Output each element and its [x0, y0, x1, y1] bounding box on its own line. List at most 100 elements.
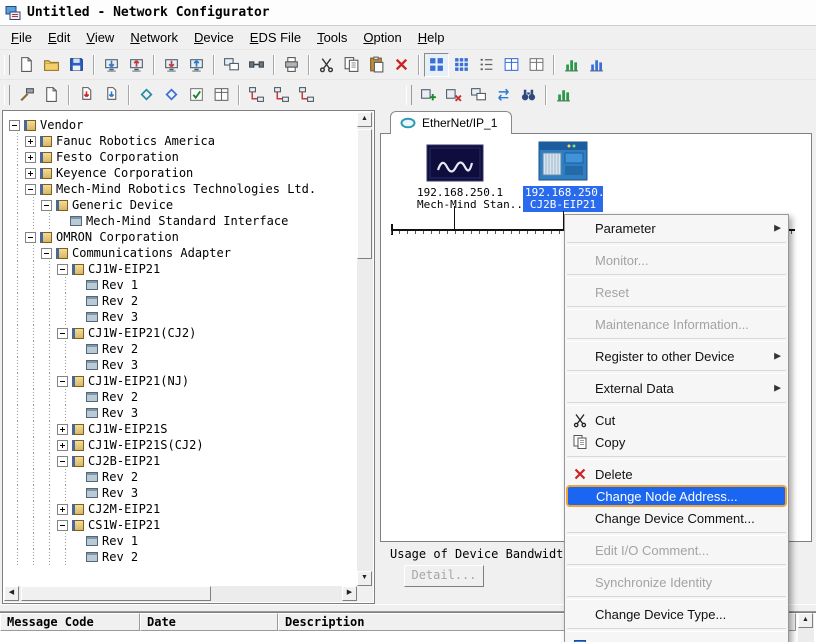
column-header-date[interactable]: Date	[140, 613, 278, 631]
tree-item[interactable]: CJ1W-EIP21S	[5, 421, 356, 437]
parameter-edit-button[interactable]	[134, 83, 159, 107]
mech-mind-device-icon[interactable]	[426, 144, 484, 182]
toolbar-gripper[interactable]	[4, 55, 10, 75]
tree-item[interactable]: Generic Device	[5, 197, 356, 213]
context-menu-item-edit-io-comment[interactable]: Edit I/O Comment...	[565, 539, 788, 561]
route-table-button[interactable]	[294, 83, 319, 107]
hardware-settings-button[interactable]	[14, 83, 39, 107]
collapse-minus-icon[interactable]	[57, 520, 68, 531]
device-usage-button[interactable]	[559, 53, 584, 77]
context-menu-item-parameter[interactable]: Parameter	[565, 217, 788, 239]
network-structure-button[interactable]	[466, 83, 491, 107]
transfer-network-button[interactable]	[491, 83, 516, 107]
tree-item[interactable]: Rev 3	[5, 485, 356, 501]
print-button[interactable]	[279, 53, 304, 77]
scroll-down-button[interactable]	[357, 571, 372, 586]
context-menu-item-copy[interactable]: Copy	[565, 431, 788, 453]
tree-item[interactable]: OMRON Corporation	[5, 229, 356, 245]
context-menu-item-change-device-comment[interactable]: Change Device Comment...	[565, 507, 788, 529]
tree-item[interactable]: Rev 2	[5, 389, 356, 405]
tree-item[interactable]: Rev 3	[5, 405, 356, 421]
scroll-left-button[interactable]	[4, 586, 19, 601]
expand-plus-icon[interactable]	[57, 440, 68, 451]
tree-item[interactable]: CS1W-EIP21	[5, 517, 356, 533]
scroll-up-button[interactable]	[357, 112, 372, 127]
find-device-button[interactable]	[516, 83, 541, 107]
tree-item[interactable]: CJ2M-EIP21	[5, 501, 356, 517]
context-menu-item-monitor[interactable]: Monitor...	[565, 249, 788, 271]
message-vertical-scrollbar[interactable]	[798, 613, 814, 642]
toolbar-gripper[interactable]	[4, 85, 10, 105]
tree-item[interactable]: Rev 2	[5, 341, 356, 357]
collapse-minus-icon[interactable]	[57, 264, 68, 275]
tree-item[interactable]: Rev 2	[5, 293, 356, 309]
context-menu-item-delete[interactable]: Delete	[565, 463, 788, 485]
menu-view[interactable]: View	[78, 28, 122, 47]
tree-item[interactable]: Rev 1	[5, 277, 356, 293]
node-commission-button[interactable]	[244, 83, 269, 107]
tree-vertical-scrollbar[interactable]	[357, 112, 373, 586]
context-menu-item-synchronize-identity[interactable]: Synchronize Identity	[565, 571, 788, 593]
menu-edit[interactable]: Edit	[40, 28, 78, 47]
context-menu-item-register-to-other-device[interactable]: Register to other Device	[565, 345, 788, 367]
bandwidth-detail-button[interactable]: Detail...	[404, 565, 484, 587]
new-button[interactable]	[14, 53, 39, 77]
small-icons-view-button[interactable]	[449, 53, 474, 77]
context-menu-item-change-node-address[interactable]: Change Node Address...	[566, 485, 787, 507]
collapse-minus-icon[interactable]	[57, 376, 68, 387]
eds-edit-button[interactable]	[39, 83, 64, 107]
scroll-up-button[interactable]	[798, 613, 813, 628]
tree-item[interactable]: Rev 2	[5, 469, 356, 485]
collapse-minus-icon[interactable]	[41, 200, 52, 211]
tree-item[interactable]: Festo Corporation	[5, 149, 356, 165]
tree-item[interactable]: CJ1W-EIP21(CJ2)	[5, 325, 356, 341]
connect-network-button[interactable]	[244, 53, 269, 77]
save-button[interactable]	[64, 53, 89, 77]
device-node-cj2b-eip21[interactable]: 192.168.250.2 CJ2B-EIP21	[523, 141, 603, 212]
tree-item[interactable]: CJ1W-EIP21S(CJ2)	[5, 437, 356, 453]
expand-plus-icon[interactable]	[25, 152, 36, 163]
open-button[interactable]	[39, 53, 64, 77]
context-menu-item-maintenance-information[interactable]: Maintenance Information...	[565, 313, 788, 335]
tree-horizontal-scrollbar[interactable]	[4, 586, 357, 602]
menu-eds-file[interactable]: EDS File	[242, 28, 309, 47]
collapse-minus-icon[interactable]	[41, 248, 52, 259]
toolbar-gripper[interactable]	[406, 85, 412, 105]
context-menu-item-property[interactable]: Property...	[565, 635, 788, 642]
menu-tools[interactable]: Tools	[309, 28, 355, 47]
detail-view-button[interactable]	[499, 53, 524, 77]
tree-item[interactable]: Mech-Mind Standard Interface	[5, 213, 356, 229]
delete-network-button[interactable]	[441, 83, 466, 107]
context-menu-item-external-data[interactable]: External Data	[565, 377, 788, 399]
tree-item[interactable]: Vendor	[5, 117, 356, 133]
scrollbar-thumb[interactable]	[21, 586, 211, 601]
hardware-tree[interactable]: Vendor Fanuc Robotics America Festo Corp…	[5, 113, 356, 585]
bandwidth-usage-button[interactable]	[551, 83, 576, 107]
collapse-minus-icon[interactable]	[57, 456, 68, 467]
create-eds-button[interactable]	[99, 83, 124, 107]
column-header-message-code[interactable]: Message Code	[0, 613, 140, 631]
tree-item[interactable]: Rev 3	[5, 309, 356, 325]
collapse-minus-icon[interactable]	[25, 184, 36, 195]
tree-item[interactable]: Fanuc Robotics America	[5, 133, 356, 149]
upload-device-button[interactable]	[184, 53, 209, 77]
tree-item[interactable]: Rev 2	[5, 549, 356, 565]
paste-button[interactable]	[364, 53, 389, 77]
large-icons-view-button[interactable]	[424, 53, 449, 77]
cut-button[interactable]	[314, 53, 339, 77]
delete-button[interactable]	[389, 53, 414, 77]
verify-io-button[interactable]	[184, 83, 209, 107]
tree-item[interactable]: Keyence Corporation	[5, 165, 356, 181]
menu-file[interactable]: File	[3, 28, 40, 47]
context-menu-item-change-device-type[interactable]: Change Device Type...	[565, 603, 788, 625]
expand-plus-icon[interactable]	[57, 424, 68, 435]
app-icon[interactable]	[5, 5, 21, 21]
context-menu-item-reset[interactable]: Reset	[565, 281, 788, 303]
tab-ethernet-ip-1[interactable]: EtherNet/IP_1	[390, 111, 512, 134]
menu-network[interactable]: Network	[122, 28, 186, 47]
table-view-button[interactable]	[524, 53, 549, 77]
tree-item[interactable]: CJ1W-EIP21	[5, 261, 356, 277]
tree-item[interactable]: Rev 3	[5, 357, 356, 373]
tree-item[interactable]: Rev 1	[5, 533, 356, 549]
add-network-button[interactable]	[416, 83, 441, 107]
